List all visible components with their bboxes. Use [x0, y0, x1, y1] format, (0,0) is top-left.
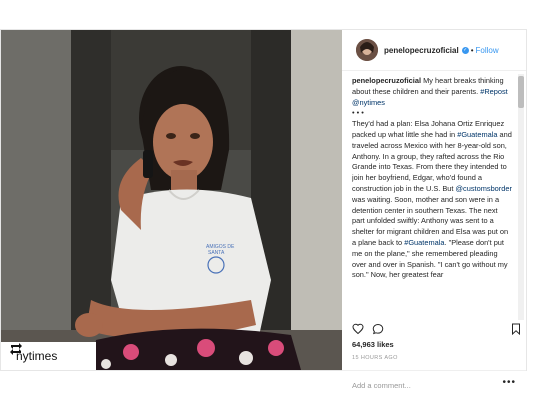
caption-scrollbar[interactable]: [518, 74, 524, 320]
repost-attribution: nytimes: [1, 342, 96, 370]
header-separator: •: [470, 45, 474, 55]
header-username[interactable]: penelopecruzoficial: [384, 46, 459, 55]
post-photo[interactable]: AMIGOS DE SANTA nytimes: [1, 30, 342, 370]
bookmark-icon[interactable]: [510, 323, 522, 335]
caption-dots: • • •: [352, 108, 364, 118]
comment-bar: Add a comment... •••: [342, 370, 526, 400]
svg-text:SANTA: SANTA: [208, 250, 225, 256]
post-actions: [352, 323, 522, 337]
post-timestamp[interactable]: 15 HOURS AGO: [352, 355, 398, 361]
follow-button[interactable]: Follow: [476, 46, 499, 55]
comment-icon[interactable]: [372, 323, 384, 335]
post-sidebar: penelopecruzoficial ✓ • Follow penelopec…: [342, 30, 526, 370]
caption-hashtag-guatemala-2[interactable]: #Guatemala: [404, 238, 444, 247]
post-header: penelopecruzoficial ✓ • Follow: [342, 30, 526, 71]
photo-illustration: AMIGOS DE SANTA: [1, 30, 342, 370]
caption-repost-tag[interactable]: #Repost: [480, 87, 508, 96]
caption-hashtag-guatemala[interactable]: #Guatemala: [457, 130, 497, 139]
avatar-image: [356, 39, 378, 61]
verified-badge-icon: ✓: [461, 46, 469, 54]
caption-mention[interactable]: @nytimes: [352, 98, 385, 107]
scrollbar-thumb[interactable]: [518, 76, 524, 108]
repost-icon: [10, 343, 22, 355]
instagram-post-embed: AMIGOS DE SANTA nytimes penelopecruzofic…: [0, 29, 527, 400]
caption-mention-customsborder[interactable]: @customsborder: [456, 184, 512, 193]
avatar[interactable]: [356, 39, 378, 61]
more-options-icon[interactable]: •••: [502, 377, 516, 388]
likes-count[interactable]: 64,963 likes: [352, 340, 394, 349]
comment-input[interactable]: Add a comment...: [352, 381, 411, 390]
caption-username[interactable]: penelopecruzoficial: [352, 76, 421, 85]
heart-icon[interactable]: [352, 323, 364, 335]
post-caption: penelopecruzoficial My heart breaks thin…: [352, 76, 512, 320]
